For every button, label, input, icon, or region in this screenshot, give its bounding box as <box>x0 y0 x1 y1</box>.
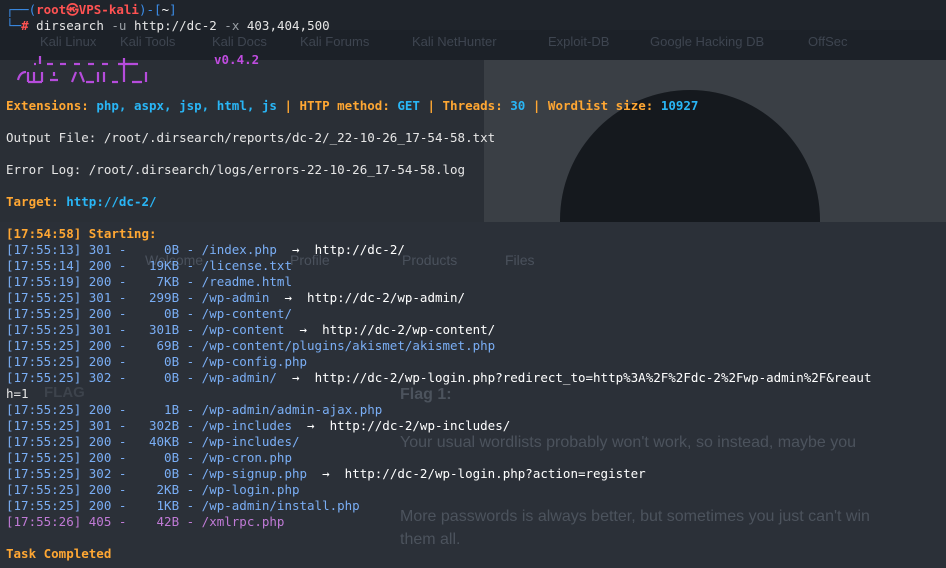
command-url: http://dc-2 <box>133 18 217 33</box>
redirect-target: http://dc-2/ <box>314 242 405 257</box>
result-row: [17:55:25] 200 - 1B - /wp-admin/admin-aj… <box>6 402 382 418</box>
result-row: [17:55:25] 301 - 301B - /wp-content → ht… <box>6 322 495 338</box>
result-row: [17:55:25] 200 - 0B - /wp-cron.php <box>6 450 292 466</box>
target-line: Target: http://dc-2/ <box>6 194 157 209</box>
dirsearch-logo <box>16 56 148 84</box>
result-row: [17:55:13] 301 - 0B - /index.php → http:… <box>6 242 405 258</box>
result-entry: [17:55:25] 200 - 1B - /wp-admin/admin-aj… <box>6 402 383 417</box>
error-log-line: Error Log: /root/.dirsearch/logs/errors-… <box>6 162 466 177</box>
terminal[interactable]: ┌──(root㉿VPS-kali)-[~] └─# dirsearch -u … <box>0 0 946 568</box>
skull-icon: ㉿ <box>66 2 79 17</box>
version-label: v0.4.2 <box>214 52 260 67</box>
redirect-target: http://dc-2/wp-content/ <box>322 322 496 337</box>
result-row: [17:55:25] 302 - 0B - /wp-admin/ → http:… <box>6 370 871 386</box>
result-row: [17:55:25] 200 - 2KB - /wp-login.php <box>6 482 300 498</box>
result-entry: [17:55:14] 200 - 19KB - /license.txt <box>6 258 292 273</box>
result-entry: [17:55:26] 405 - 42B - /xmlrpc.php <box>6 514 285 529</box>
starting-line: [17:54:58] Starting: <box>6 226 157 241</box>
result-row: [17:55:19] 200 - 7KB - /readme.html <box>6 274 292 290</box>
redirect-arrow-icon: → <box>276 370 315 385</box>
result-entry: [17:55:25] 301 - 301B - /wp-content <box>6 322 285 337</box>
prompt-user: root <box>36 2 67 17</box>
result-entry: [17:55:25] 200 - 69B - /wp-content/plugi… <box>6 338 496 353</box>
result-entry: [17:55:25] 302 - 0B - /wp-admin/ <box>6 370 277 385</box>
result-row: [17:55:25] 200 - 1KB - /wp-admin/install… <box>6 498 360 514</box>
prompt-line-2[interactable]: └─# dirsearch -u http://dc-2 -x 403,404,… <box>6 18 330 34</box>
redirect-target: http://dc-2/wp-admin/ <box>307 290 466 305</box>
redirect-arrow-icon: → <box>269 290 308 305</box>
redirect-arrow-icon: → <box>276 242 315 257</box>
result-row: [17:55:25] 302 - 0B - /wp-signup.php → h… <box>6 466 646 482</box>
result-entry: [17:55:25] 301 - 299B - /wp-admin <box>6 290 270 305</box>
result-row: [17:55:25] 200 - 0B - /wp-config.php <box>6 354 307 370</box>
command-exclude: 403,404,500 <box>246 18 330 33</box>
result-entry: [17:55:25] 200 - 0B - /wp-cron.php <box>6 450 292 465</box>
redirect-target: http://dc-2/wp-includes/ <box>329 418 511 433</box>
config-line: Extensions: php, aspx, jsp, html, js | H… <box>6 98 699 113</box>
redirect-target: http://dc-2/wp-login.php?redirect_to=htt… <box>314 370 872 385</box>
result-entry: [17:55:13] 301 - 0B - /index.php <box>6 242 277 257</box>
command-name: dirsearch <box>36 18 104 33</box>
result-row: [17:55:14] 200 - 19KB - /license.txt <box>6 258 292 274</box>
result-entry: [17:55:19] 200 - 7KB - /readme.html <box>6 274 292 289</box>
result-entry: [17:55:25] 200 - 0B - /wp-content/ <box>6 306 292 321</box>
result-entry: [17:55:25] 200 - 40KB - /wp-includes/ <box>6 434 300 449</box>
result-row: [17:55:25] 200 - 0B - /wp-content/ <box>6 306 292 322</box>
result-entry: [17:55:25] 200 - 2KB - /wp-login.php <box>6 482 300 497</box>
prompt-host: VPS-kali <box>78 2 139 17</box>
prompt-path: ~ <box>161 2 170 17</box>
task-completed-line: Task Completed <box>6 546 112 561</box>
result-row: [17:55:26] 405 - 42B - /xmlrpc.php <box>6 514 284 530</box>
result-entry: [17:55:25] 200 - 0B - /wp-config.php <box>6 354 308 369</box>
result-row: [17:55:25] 200 - 69B - /wp-content/plugi… <box>6 338 495 354</box>
redirect-arrow-icon: → <box>284 322 323 337</box>
output-file-line: Output File: /root/.dirsearch/reports/dc… <box>6 130 496 145</box>
redirect-target: http://dc-2/wp-login.php?action=register <box>344 466 646 481</box>
redirect-arrow-icon: → <box>291 418 330 433</box>
prompt-line-1: ┌──(root㉿VPS-kali)-[~] <box>6 2 177 17</box>
wrapped-line: h=1 <box>6 386 29 401</box>
result-row: [17:55:25] 200 - 40KB - /wp-includes/ <box>6 434 300 450</box>
result-row: [17:55:25] 301 - 299B - /wp-admin → http… <box>6 290 465 306</box>
result-row: [17:55:25] 301 - 302B - /wp-includes → h… <box>6 418 510 434</box>
result-entry: [17:55:25] 301 - 302B - /wp-includes <box>6 418 292 433</box>
result-entry: [17:55:25] 302 - 0B - /wp-signup.php <box>6 466 308 481</box>
redirect-arrow-icon: → <box>307 466 345 481</box>
result-entry: [17:55:25] 200 - 1KB - /wp-admin/install… <box>6 498 360 513</box>
